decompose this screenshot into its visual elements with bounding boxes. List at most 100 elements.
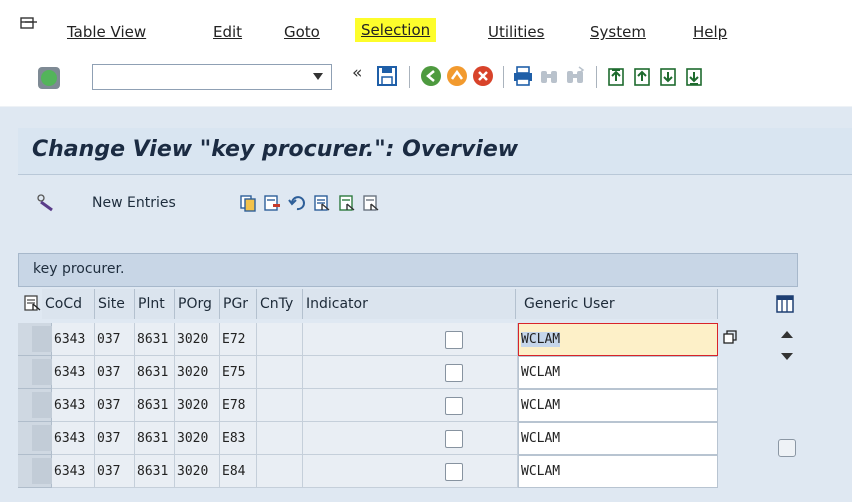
- page-title: Change View "key procurer.": Overview: [32, 137, 519, 162]
- indicator-checkbox[interactable]: [445, 430, 463, 448]
- cell-cnty: [257, 455, 303, 488]
- collapse-icon[interactable]: «: [352, 63, 362, 83]
- table-row: 6343 037 8631 3020 E72 WCLAM: [18, 323, 798, 356]
- menu-bar: Table View Edit Goto Selection Utilities…: [0, 0, 852, 56]
- cell-pgr: E75: [220, 356, 257, 389]
- undo-change-icon[interactable]: [288, 194, 306, 212]
- indicator-checkbox[interactable]: [445, 463, 463, 481]
- table-row: 6343 037 8631 3020 E78 WCLAM: [18, 389, 798, 422]
- new-entries-button[interactable]: New Entries: [92, 195, 176, 211]
- cell-indicator: [303, 356, 518, 389]
- column-header-indicator[interactable]: Indicator: [303, 289, 516, 319]
- scroll-up-icon[interactable]: [781, 331, 793, 338]
- cell-pgr: E84: [220, 455, 257, 488]
- table-title: key procurer.: [18, 253, 798, 287]
- cell-cocd: 6343: [52, 422, 95, 455]
- select-all-icon[interactable]: [313, 194, 331, 212]
- command-field[interactable]: [92, 64, 332, 90]
- column-header-pgr[interactable]: PGr: [220, 289, 257, 319]
- row-selector[interactable]: [18, 422, 52, 455]
- scroll-down-icon[interactable]: [781, 353, 793, 360]
- cell-plnt: 8631: [135, 356, 175, 389]
- column-header-cocd[interactable]: CoCd: [42, 289, 95, 319]
- cell-porg: 3020: [175, 323, 220, 356]
- cell-plnt: 8631: [135, 455, 175, 488]
- title-bar: Change View "key procurer.": Overview: [18, 128, 852, 175]
- exit-icon[interactable]: [446, 65, 468, 87]
- menu-system[interactable]: System: [590, 22, 646, 42]
- table-row: 6343 037 8631 3020 E84 WCLAM: [18, 455, 798, 488]
- find-icon[interactable]: [538, 65, 560, 87]
- row-selector[interactable]: [18, 389, 52, 422]
- cell-cnty: [257, 389, 303, 422]
- last-page-icon[interactable]: [683, 65, 705, 87]
- column-header-porg[interactable]: POrg: [175, 289, 220, 319]
- cell-indicator: [303, 323, 518, 356]
- previous-page-icon[interactable]: [631, 65, 653, 87]
- generic-user-input[interactable]: WCLAM: [518, 422, 718, 455]
- cell-cnty: [257, 422, 303, 455]
- column-configuration-icon[interactable]: [776, 295, 794, 313]
- column-header-site[interactable]: Site: [95, 289, 135, 319]
- cell-cocd: 6343: [52, 389, 95, 422]
- cell-site: 037: [95, 455, 135, 488]
- print-icon[interactable]: [512, 65, 534, 87]
- cell-cocd: 6343: [52, 455, 95, 488]
- menu-goto[interactable]: Goto: [284, 22, 320, 42]
- value-help-icon[interactable]: [723, 330, 737, 344]
- vertical-scrollbar[interactable]: [776, 323, 798, 502]
- cell-plnt: 8631: [135, 389, 175, 422]
- generic-user-input[interactable]: WCLAM: [518, 455, 718, 488]
- cell-porg: 3020: [175, 422, 220, 455]
- toolbar-separator: [503, 66, 504, 88]
- copy-as-icon[interactable]: [239, 194, 257, 212]
- cell-plnt: 8631: [135, 323, 175, 356]
- menu-utilities[interactable]: Utilities: [488, 22, 544, 42]
- delete-icon[interactable]: [263, 194, 281, 212]
- menu-table-view[interactable]: Table View: [67, 22, 146, 42]
- toolbar-separator: [409, 66, 410, 88]
- cell-indicator: [303, 455, 518, 488]
- system-menu-icon[interactable]: [20, 17, 38, 31]
- cell-site: 037: [95, 389, 135, 422]
- cancel-icon[interactable]: [472, 65, 494, 87]
- dropdown-icon[interactable]: [313, 73, 323, 80]
- row-selector[interactable]: [18, 323, 52, 356]
- scroll-thumb[interactable]: [778, 439, 796, 457]
- cell-site: 037: [95, 422, 135, 455]
- column-header-cnty[interactable]: CnTy: [257, 289, 303, 319]
- select-all-rows-icon[interactable]: [24, 295, 42, 313]
- generic-user-input[interactable]: WCLAM: [518, 356, 718, 389]
- generic-user-input[interactable]: WCLAM: [518, 389, 718, 422]
- generic-user-value: WCLAM: [521, 332, 561, 347]
- save-icon[interactable]: [376, 65, 398, 87]
- indicator-checkbox[interactable]: [445, 331, 463, 349]
- column-header-plnt[interactable]: Plnt: [135, 289, 175, 319]
- cell-pgr: E83: [220, 422, 257, 455]
- find-next-icon[interactable]: [564, 65, 586, 87]
- cell-cnty: [257, 356, 303, 389]
- cell-porg: 3020: [175, 356, 220, 389]
- display-change-icon[interactable]: [36, 194, 54, 212]
- indicator-checkbox[interactable]: [445, 364, 463, 382]
- menu-edit[interactable]: Edit: [213, 22, 242, 42]
- cell-cocd: 6343: [52, 323, 95, 356]
- indicator-checkbox[interactable]: [445, 397, 463, 415]
- select-block-icon[interactable]: [338, 194, 356, 212]
- cell-cocd: 6343: [52, 356, 95, 389]
- enter-icon[interactable]: [38, 67, 60, 89]
- menu-selection[interactable]: Selection: [355, 18, 437, 42]
- row-selector[interactable]: [18, 455, 52, 488]
- menu-help[interactable]: Help: [693, 22, 727, 42]
- back-icon[interactable]: [420, 65, 442, 87]
- column-header-generic-user[interactable]: Generic User: [516, 289, 718, 319]
- toolbar-separator: [596, 66, 597, 88]
- cell-plnt: 8631: [135, 422, 175, 455]
- cell-site: 037: [95, 356, 135, 389]
- next-page-icon[interactable]: [657, 65, 679, 87]
- cell-pgr: E78: [220, 389, 257, 422]
- generic-user-input[interactable]: WCLAM: [518, 323, 718, 356]
- first-page-icon[interactable]: [605, 65, 627, 87]
- deselect-all-icon[interactable]: [362, 194, 380, 212]
- row-selector[interactable]: [18, 356, 52, 389]
